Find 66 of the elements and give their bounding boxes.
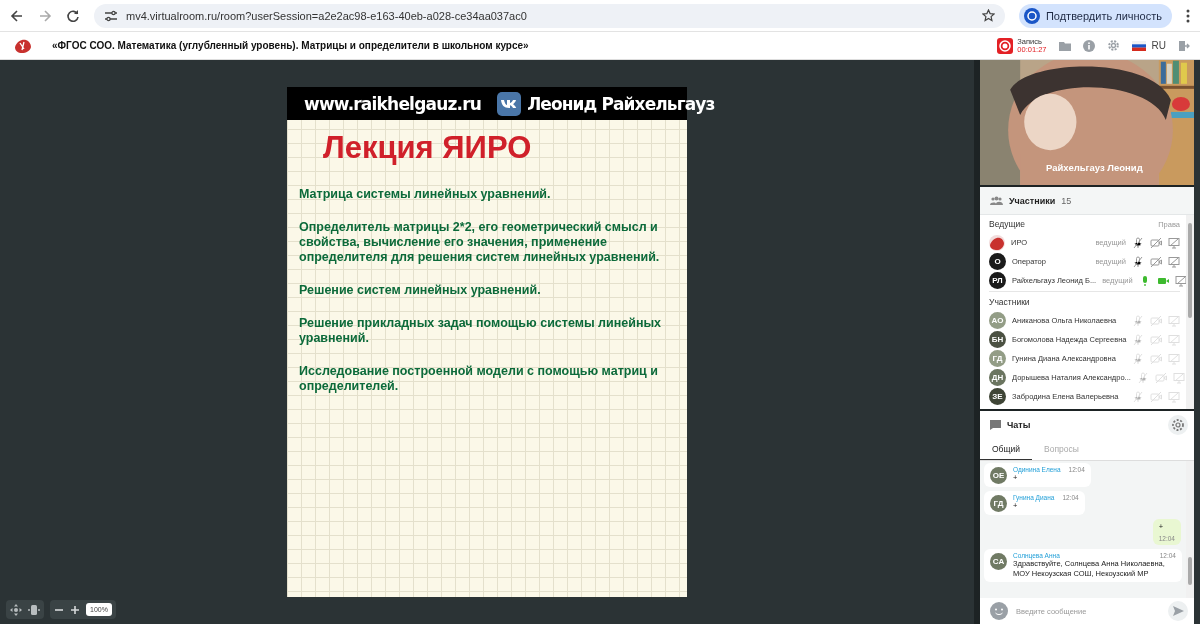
panel-title: Участники [1009,195,1056,206]
avatar: АО [989,312,1006,329]
avatar: СА [990,553,1007,570]
participant-count: 15 [1061,195,1072,206]
folder-icon[interactable] [1058,40,1071,51]
participant-name: Райхельгауз Леонид [1046,162,1143,173]
identity-icon [1023,7,1040,24]
avatar: РЛ [989,272,1006,289]
avatar: ЗЕ [989,388,1006,405]
panel-title: Чаты [1007,419,1031,430]
screen-share-icon[interactable] [1172,371,1185,384]
tune-icon[interactable] [104,9,118,22]
screen-share-icon[interactable] [1168,236,1180,249]
people-icon [990,196,1003,205]
microphone-off-icon[interactable] [1132,236,1144,249]
screen-share-icon[interactable] [1168,255,1180,268]
avatar: О [989,253,1006,270]
logo-icon [14,37,32,54]
avatar: БН [989,331,1006,348]
author-name: Леонид Райхельгауз [527,93,715,114]
url-text: mv4.virtualroom.ru/room?userSession=a2e2ac98-e163-40eb-a028-ce34aa037ac0 [126,9,527,22]
screen-share-icon[interactable] [1168,314,1180,327]
vk-icon [497,91,522,116]
camera-off-icon[interactable] [1150,236,1162,249]
slide-text: Решение систем линейных уравнений. [299,283,542,298]
website-text: www.raikhelgauz.ru [304,93,482,114]
screen-share-icon[interactable] [1168,390,1180,403]
screen-share-icon[interactable] [1168,352,1180,365]
avatar: ДН [989,369,1006,386]
more-icon[interactable] [1186,8,1190,23]
slide-text: Решение прикладных задач помощью системы линейных уравнений. [299,316,663,346]
slide-heading: Лекция ЯИРО [323,130,533,166]
logo-icon [989,234,1005,251]
settings-icon[interactable] [1106,39,1120,52]
avatar: ОЕ [990,467,1007,484]
move-icon[interactable] [10,603,22,616]
address-field[interactable]: mv4.virtualroom.ru/room?userSession=a2e2ac98-e163-40eb-a028-ce34aa037ac0 [94,3,1005,28]
back-icon[interactable] [10,8,24,23]
zoom-in-icon[interactable] [70,604,80,615]
chat-tab[interactable]: Общий [980,438,1032,460]
record-icon[interactable] [997,37,1014,54]
fit-width-icon[interactable] [28,603,40,616]
slide-text: Матрица системы линейных уравнений. [299,187,552,202]
microphone-off-icon[interactable] [1132,255,1144,268]
settings-icon[interactable] [1168,414,1188,435]
avatar: ГД [989,350,1006,367]
section-heading: Участники [989,297,1030,307]
info-icon[interactable] [1082,39,1095,52]
forward-icon[interactable] [38,8,52,23]
meeting-title: «ФГОС СОО. Математика (углубленный уровень). Матрицы и определители в школьном курсе» [52,40,529,51]
section-heading: Ведущие [989,219,1025,229]
slide-text: Определитель матрицы 2*2, его геометрический смысл и свойства, вычисление его значения, применение определителя для решения систем линейных уравнений. [299,220,661,265]
avatar: ГД [990,495,1007,512]
send-icon[interactable] [1168,601,1188,621]
slide-text: Исследование построенной модели с помощью матриц и определителей. [299,364,659,394]
exit-icon[interactable] [1178,39,1190,52]
flag-icon [1131,40,1146,51]
language-button[interactable]: RU [1151,40,1166,51]
chat-icon [990,419,1001,430]
verify-identity-button[interactable]: Подтвердить личность [1018,3,1172,28]
camera-off-icon[interactable] [1150,255,1162,268]
reload-icon[interactable] [66,8,80,23]
star-icon[interactable] [981,9,995,22]
emoji-icon[interactable] [990,602,1008,620]
screen-share-icon[interactable] [1174,274,1186,287]
screen-share-icon[interactable] [1168,333,1181,346]
